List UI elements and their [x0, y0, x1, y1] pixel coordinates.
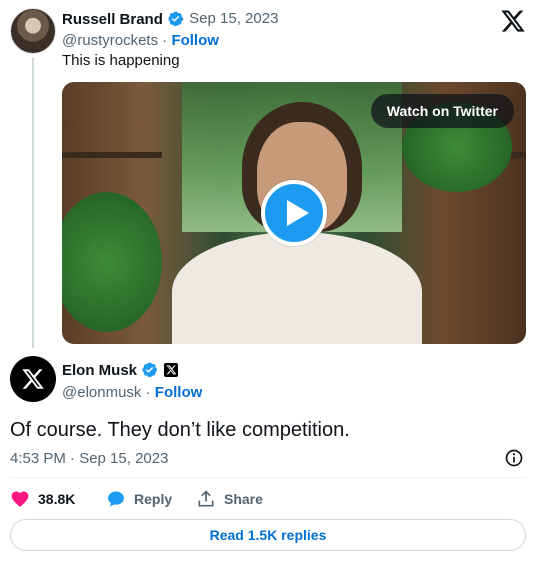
info-icon[interactable]	[504, 448, 524, 468]
share-button[interactable]: Share	[196, 489, 263, 509]
like-count: 38.8K	[38, 491, 76, 507]
embedded-tweet-card: Russell Brand · Sep 15, 2023 @rustyrocke…	[0, 0, 538, 564]
quoted-author-name[interactable]: Russell Brand	[62, 10, 184, 28]
handle-separator: ·	[141, 384, 155, 401]
reply-button[interactable]: Reply	[106, 489, 172, 509]
quoted-author-handle-row: @rustyrockets · Follow	[62, 32, 219, 49]
main-author-name[interactable]: Elon Musk	[62, 361, 179, 379]
actions-divider	[10, 477, 526, 478]
x-avatar-logo-icon	[22, 369, 44, 389]
follow-russell-link[interactable]: Follow	[171, 32, 219, 49]
reply-label: Reply	[134, 491, 173, 507]
like-button[interactable]: 38.8K	[10, 489, 75, 509]
video-plant-left	[62, 192, 162, 332]
read-replies-button[interactable]: Read 1.5K replies	[10, 519, 526, 551]
video-thumbnail[interactable]: Watch on Twitter	[62, 82, 526, 344]
follow-elon-link[interactable]: Follow	[155, 384, 203, 401]
watch-on-twitter-button[interactable]: Watch on Twitter	[370, 94, 514, 128]
video-person-body	[172, 232, 422, 344]
play-button[interactable]	[261, 180, 327, 246]
russell-brand-avatar[interactable]	[10, 8, 56, 54]
verified-badge-icon	[142, 362, 157, 378]
share-icon	[198, 490, 214, 507]
heart-icon	[11, 491, 29, 507]
handle-separator: ·	[158, 32, 172, 49]
x-logo-icon[interactable]	[500, 8, 526, 34]
quoted-tweet-date[interactable]: · Sep 15, 2023	[180, 10, 278, 27]
share-label: Share	[224, 491, 263, 507]
play-icon	[287, 200, 309, 226]
thread-connector-line	[32, 58, 34, 348]
main-tweet-text: Of course. They don’t like competition.	[10, 419, 350, 441]
elon-musk-avatar[interactable]	[10, 356, 56, 402]
x-affiliate-badge-icon	[164, 363, 179, 377]
reply-bubble-icon	[108, 491, 124, 507]
quoted-tweet-text: This is happening	[62, 52, 180, 69]
main-author-name-text[interactable]: Elon Musk	[62, 362, 137, 379]
main-tweet-timestamp[interactable]: 4:53 PM · Sep 15, 2023	[10, 450, 168, 467]
quoted-author-name-text[interactable]: Russell Brand	[62, 11, 163, 28]
quoted-author-handle[interactable]: @rustyrockets	[62, 32, 158, 49]
main-author-handle-row: @elonmusk · Follow	[62, 384, 202, 401]
main-author-handle[interactable]: @elonmusk	[62, 384, 141, 401]
video-shelf-left	[62, 152, 162, 158]
